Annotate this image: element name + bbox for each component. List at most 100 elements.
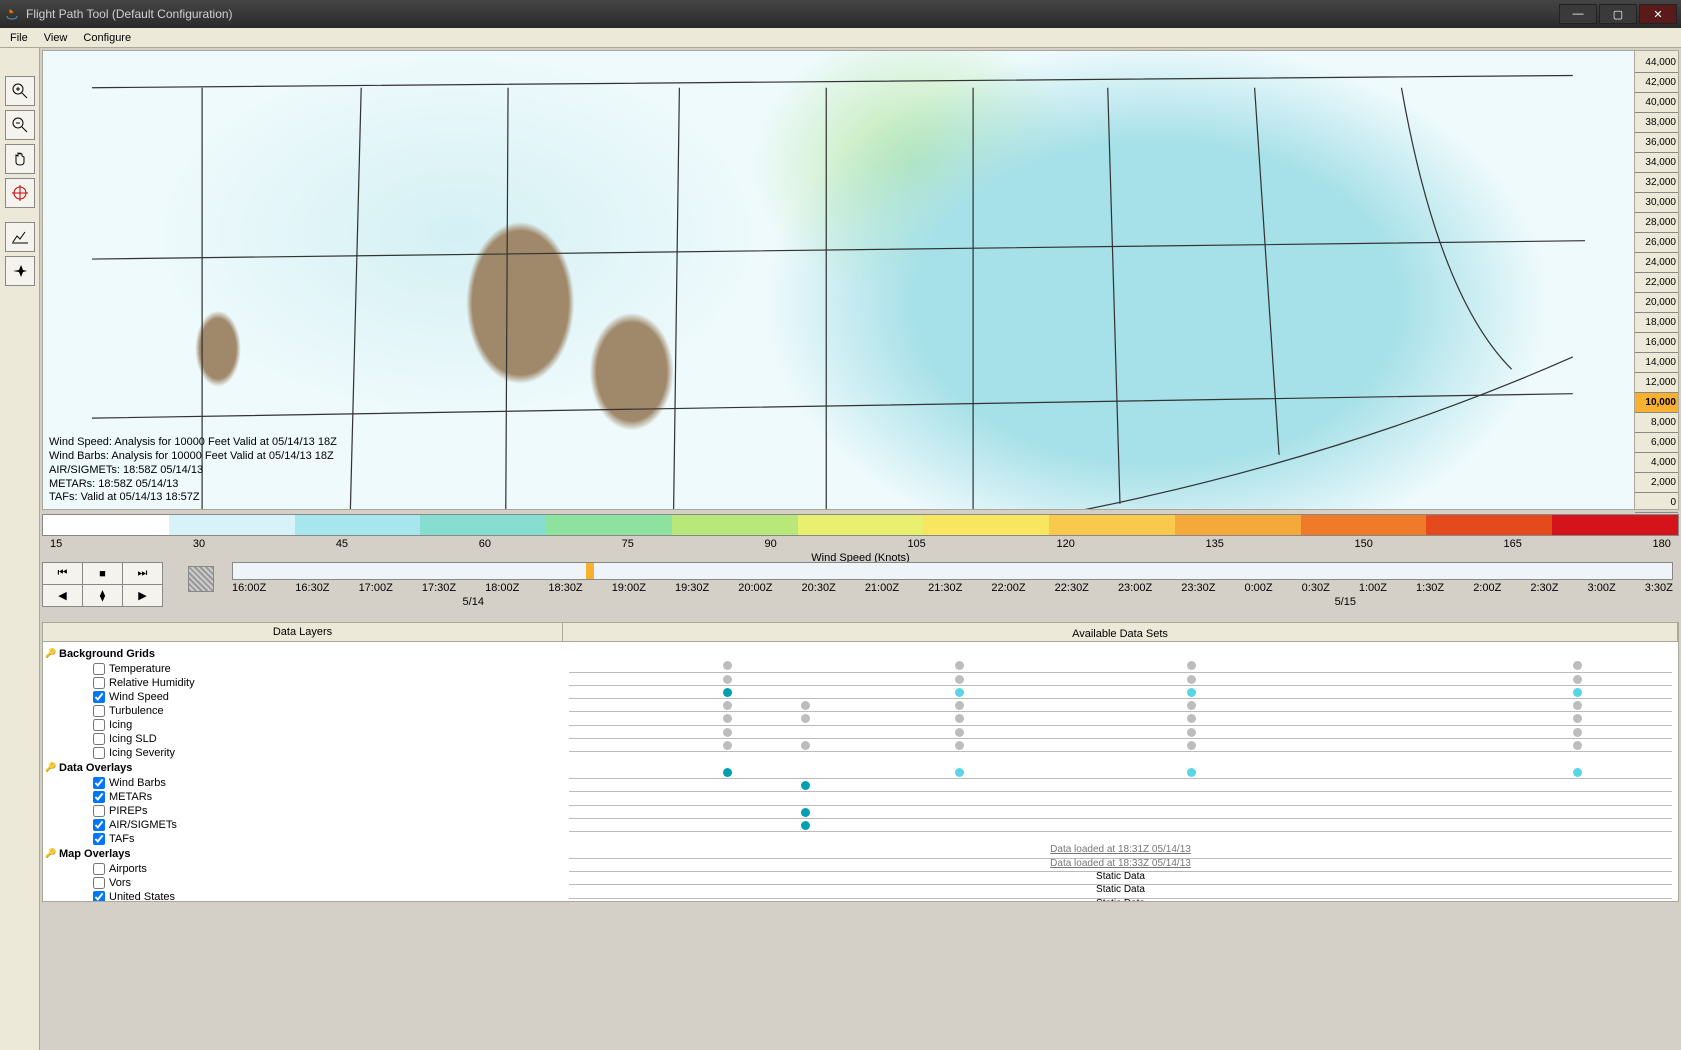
dataset-dot[interactable] <box>955 728 964 737</box>
dataset-dot[interactable] <box>723 768 732 777</box>
altitude-tick[interactable]: 6,000 <box>1635 433 1678 453</box>
dataset-dot[interactable] <box>1573 688 1582 697</box>
altitude-tick[interactable]: 20,000 <box>1635 293 1678 313</box>
timeline-marker[interactable] <box>586 563 594 579</box>
layer-checkbox[interactable] <box>93 733 105 745</box>
layer-checkbox[interactable] <box>93 663 105 675</box>
altitude-tick[interactable]: 32,000 <box>1635 173 1678 193</box>
menu-view[interactable]: View <box>38 30 74 46</box>
dataset-dot[interactable] <box>801 701 810 710</box>
layer-tree[interactable]: Background GridsTemperatureRelative Humi… <box>43 642 563 901</box>
stop-button[interactable]: ■ <box>83 563 123 585</box>
dataset-dot[interactable] <box>955 741 964 750</box>
altitude-tick[interactable]: 34,000 <box>1635 153 1678 173</box>
pan-button[interactable] <box>5 144 35 174</box>
dataset-dot[interactable] <box>801 808 810 817</box>
altitude-tick[interactable]: 42,000 <box>1635 73 1678 93</box>
dataset-dot[interactable] <box>723 688 732 697</box>
dataset-dot[interactable] <box>1187 701 1196 710</box>
altitude-tick[interactable]: 14,000 <box>1635 353 1678 373</box>
dataset-dot[interactable] <box>801 714 810 723</box>
aircraft-button[interactable] <box>5 256 35 286</box>
dataset-dot[interactable] <box>723 728 732 737</box>
altitude-tick[interactable]: 12,000 <box>1635 373 1678 393</box>
dataset-dot[interactable] <box>723 714 732 723</box>
available-datasets[interactable]: Data loaded at 18:31Z 05/14/13 Data loade… <box>563 642 1678 901</box>
layer-item[interactable]: METARs <box>45 790 561 804</box>
dataset-dot[interactable] <box>1573 714 1582 723</box>
dataset-dot[interactable] <box>1187 728 1196 737</box>
animation-icon[interactable] <box>188 566 214 592</box>
close-button[interactable]: ✕ <box>1639 4 1677 24</box>
altitude-tick[interactable]: 24,000 <box>1635 253 1678 273</box>
dataset-dot[interactable] <box>1573 701 1582 710</box>
altitude-tick[interactable]: 2,000 <box>1635 473 1678 493</box>
dataset-status-link[interactable]: Data loaded at 18:31Z 05/14/13 <box>569 844 1672 855</box>
map-canvas[interactable]: Wind Speed: Analysis for 10000 Feet Vali… <box>43 51 1634 509</box>
altitude-tick[interactable]: 38,000 <box>1635 113 1678 133</box>
zoom-in-button[interactable] <box>5 76 35 106</box>
layer-group[interactable]: Background Grids <box>45 646 561 662</box>
layer-checkbox[interactable] <box>93 677 105 689</box>
layer-item[interactable]: Wind Speed <box>45 690 561 704</box>
dataset-dot[interactable] <box>1573 741 1582 750</box>
altitude-scale[interactable]: 44,00042,00040,00038,00036,00034,00032,0… <box>1634 51 1678 509</box>
dataset-dot[interactable] <box>801 821 810 830</box>
timeline-track[interactable] <box>232 562 1673 580</box>
dataset-dot[interactable] <box>723 701 732 710</box>
map-area[interactable]: Wind Speed: Analysis for 10000 Feet Vali… <box>42 50 1679 510</box>
timeline[interactable]: 16:00Z16:30Z17:00Z17:30Z18:00Z18:30Z19:0… <box>226 562 1679 618</box>
dataset-dot[interactable] <box>801 741 810 750</box>
dataset-dot[interactable] <box>723 741 732 750</box>
layer-item[interactable]: Turbulence <box>45 704 561 718</box>
play-pause-button[interactable]: ⧫ <box>83 585 123 607</box>
layer-checkbox[interactable] <box>93 719 105 731</box>
menu-configure[interactable]: Configure <box>77 30 137 46</box>
layer-checkbox[interactable] <box>93 891 105 901</box>
menu-file[interactable]: File <box>4 30 34 46</box>
layer-checkbox[interactable] <box>93 863 105 875</box>
layer-item[interactable]: Icing <box>45 718 561 732</box>
layer-item[interactable]: Relative Humidity <box>45 676 561 690</box>
altitude-tick[interactable]: 28,000 <box>1635 213 1678 233</box>
dataset-status-link[interactable]: Data loaded at 18:33Z 05/14/13 <box>569 858 1672 869</box>
dataset-dot[interactable] <box>1573 675 1582 684</box>
dataset-dot[interactable] <box>955 768 964 777</box>
dataset-dot[interactable] <box>1187 688 1196 697</box>
step-back-button[interactable]: ◀ <box>43 585 83 607</box>
layer-item[interactable]: AIR/SIGMETs <box>45 818 561 832</box>
layer-checkbox[interactable] <box>93 805 105 817</box>
dataset-dot[interactable] <box>723 675 732 684</box>
layer-checkbox[interactable] <box>93 777 105 789</box>
layer-item[interactable]: Temperature <box>45 662 561 676</box>
dataset-dot[interactable] <box>1187 741 1196 750</box>
layer-item[interactable]: Airports <box>45 862 561 876</box>
altitude-tick[interactable]: 36,000 <box>1635 133 1678 153</box>
altitude-tick[interactable]: 8,000 <box>1635 413 1678 433</box>
dataset-dot[interactable] <box>723 661 732 670</box>
layer-group[interactable]: Map Overlays <box>45 846 561 862</box>
last-frame-button[interactable]: ⏭ <box>123 563 163 585</box>
zoom-out-button[interactable] <box>5 110 35 140</box>
dataset-dot[interactable] <box>1573 768 1582 777</box>
dataset-dot[interactable] <box>1573 661 1582 670</box>
altitude-tick[interactable]: 10,000 <box>1635 393 1678 413</box>
layer-checkbox[interactable] <box>93 877 105 889</box>
step-forward-button[interactable]: ▶ <box>123 585 163 607</box>
layer-item[interactable]: United States <box>45 890 561 901</box>
altitude-tick[interactable]: 4,000 <box>1635 453 1678 473</box>
flight-profile-button[interactable] <box>5 222 35 252</box>
layer-item[interactable]: Vors <box>45 876 561 890</box>
dataset-dot[interactable] <box>1187 714 1196 723</box>
altitude-tick[interactable]: 30,000 <box>1635 193 1678 213</box>
first-frame-button[interactable]: ⏮ <box>43 563 83 585</box>
altitude-tick[interactable]: 26,000 <box>1635 233 1678 253</box>
altitude-tick[interactable]: 0 <box>1635 493 1678 513</box>
altitude-tick[interactable]: 44,000 <box>1635 53 1678 73</box>
dataset-dot[interactable] <box>955 661 964 670</box>
dataset-dot[interactable] <box>1187 661 1196 670</box>
layer-group[interactable]: Data Overlays <box>45 760 561 776</box>
layer-item[interactable]: TAFs <box>45 832 561 846</box>
altitude-tick[interactable]: 40,000 <box>1635 93 1678 113</box>
dataset-dot[interactable] <box>955 701 964 710</box>
